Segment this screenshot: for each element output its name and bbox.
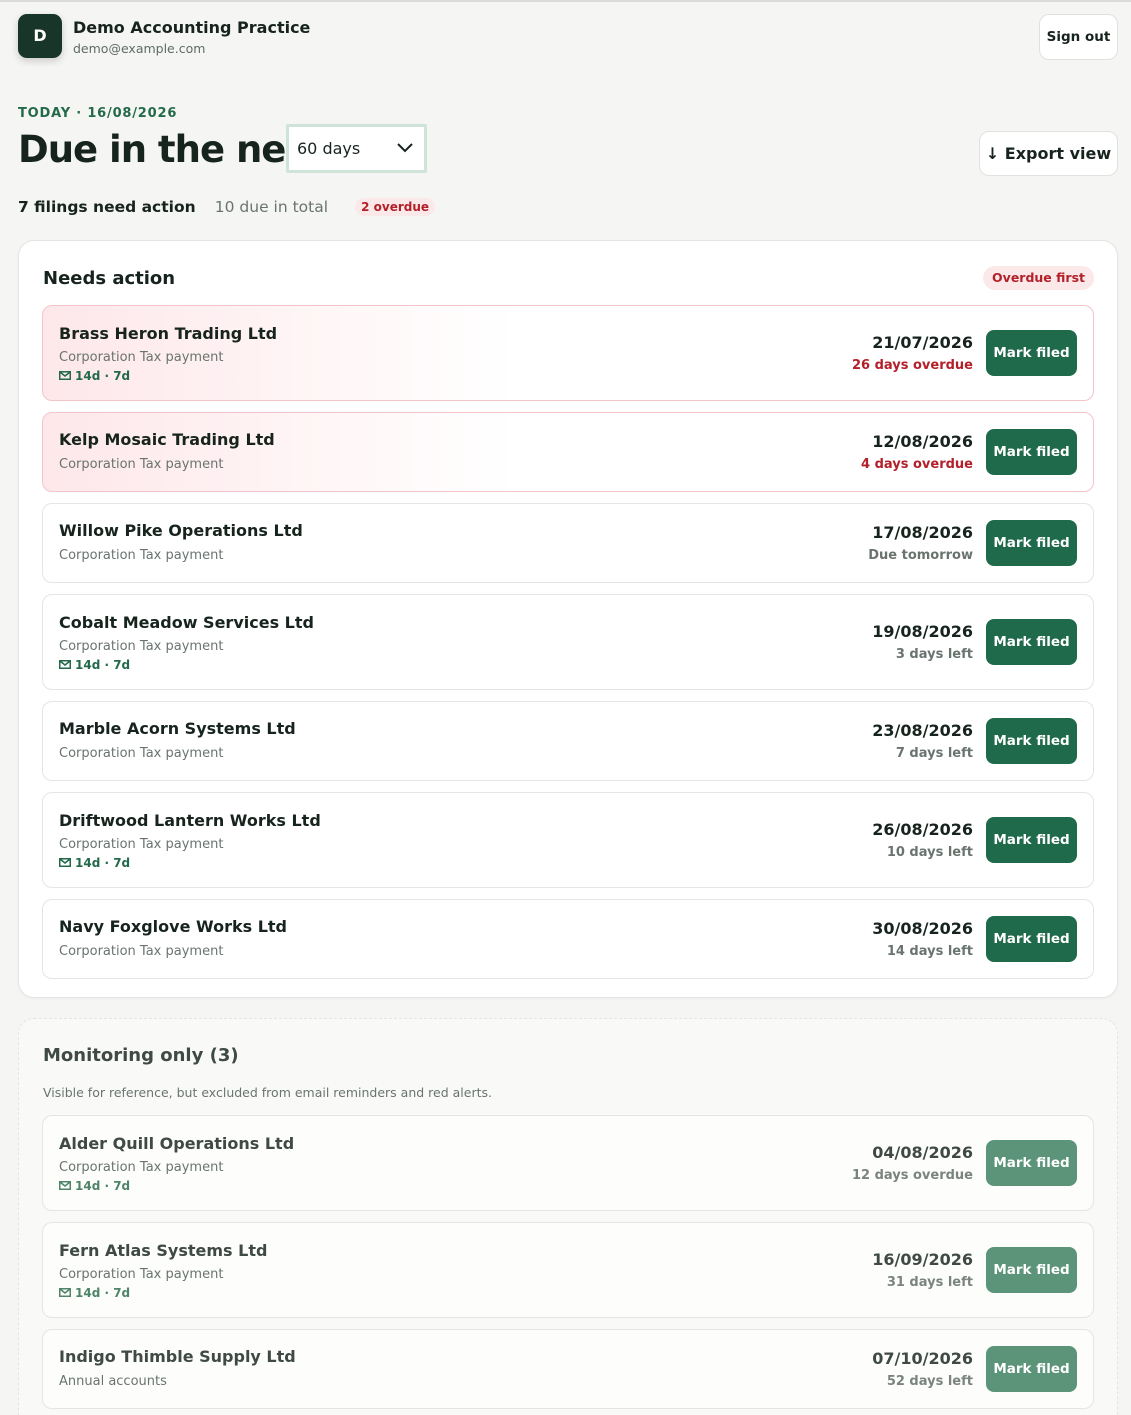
reminder-text: 14d · 7d [75, 1179, 131, 1193]
filing-type: Corporation Tax payment [59, 944, 224, 959]
filing-type: Annual accounts [59, 1374, 167, 1389]
filing-row: Kelp Mosaic Trading Ltd Corporation Tax p… [42, 412, 1094, 492]
reminder-text: 14d · 7d [75, 1286, 131, 1300]
mark-filed-button[interactable]: Mark filed [986, 916, 1077, 962]
period-select-value: 60 days [297, 139, 361, 158]
due-status: 31 days left [886, 1275, 973, 1290]
reminder-schedule: 14d · 7d [59, 369, 130, 383]
needs-action-panel: Needs action Overdue first Brass Heron T… [18, 240, 1118, 998]
filing-type: Corporation Tax payment [59, 457, 224, 472]
today-date-label: TODAY · 16/08/2026 [18, 106, 178, 121]
client-name: Navy Foxglove Works Ltd [59, 917, 287, 936]
filing-type: Corporation Tax payment [59, 548, 224, 563]
client-name: Driftwood Lantern Works Ltd [59, 811, 321, 830]
mark-filed-button[interactable]: Mark filed [986, 429, 1077, 475]
client-name: Indigo Thimble Supply Ltd [59, 1347, 296, 1366]
client-name: Fern Atlas Systems Ltd [59, 1241, 268, 1260]
reminder-schedule: 14d · 7d [59, 856, 130, 870]
monitoring-title: Monitoring only (3) [43, 1045, 239, 1066]
due-date: 16/09/2026 [872, 1250, 973, 1269]
due-date: 26/08/2026 [872, 820, 973, 839]
due-status: Due tomorrow [868, 548, 973, 563]
sign-out-button[interactable]: Sign out [1039, 14, 1118, 60]
needs-action-title: Needs action [43, 268, 176, 289]
mark-filed-button[interactable]: Mark filed [986, 520, 1077, 566]
need-action-count: 7 filings need action [18, 198, 196, 216]
reminder-schedule: 14d · 7d [59, 658, 130, 672]
filing-type: Corporation Tax payment [59, 350, 224, 365]
mark-filed-button[interactable]: Mark filed [986, 817, 1077, 863]
page-title: Due in the next [18, 128, 326, 171]
due-date: 04/08/2026 [872, 1143, 973, 1162]
mail-icon [59, 1181, 71, 1190]
client-name: Marble Acorn Systems Ltd [59, 719, 296, 738]
due-date: 23/08/2026 [872, 721, 973, 740]
filing-row: Brass Heron Trading Ltd Corporation Tax p… [42, 305, 1094, 401]
filing-row: Cobalt Meadow Services Ltd Corporation Ta… [42, 594, 1094, 690]
due-status: 3 days left [895, 647, 973, 662]
client-name: Cobalt Meadow Services Ltd [59, 613, 314, 632]
due-date: 21/07/2026 [872, 333, 973, 352]
filing-type: Corporation Tax payment [59, 1267, 224, 1282]
monitoring-description: Visible for reference, but excluded from… [43, 1085, 492, 1100]
reminder-text: 14d · 7d [75, 369, 131, 383]
period-select[interactable]: 60 days [286, 124, 427, 173]
sort-badge: Overdue first [983, 266, 1094, 290]
filing-type: Corporation Tax payment [59, 746, 224, 761]
due-status: 26 days overdue [851, 358, 973, 373]
due-date: 19/08/2026 [872, 622, 973, 641]
due-status: 4 days overdue [861, 457, 973, 472]
due-date: 17/08/2026 [872, 523, 973, 542]
filing-row: Driftwood Lantern Works Ltd Corporation T… [42, 792, 1094, 888]
reminder-text: 14d · 7d [75, 658, 131, 672]
mail-icon [59, 371, 71, 380]
due-status: 12 days overdue [851, 1168, 973, 1183]
mark-filed-button[interactable]: Mark filed [986, 619, 1077, 665]
due-status: 7 days left [895, 746, 973, 761]
practice-avatar: D [18, 14, 62, 58]
client-name: Alder Quill Operations Ltd [59, 1134, 295, 1153]
mark-filed-button[interactable]: Mark filed [986, 330, 1077, 376]
needs-action-list: Brass Heron Trading Ltd Corporation Tax p… [42, 305, 1094, 990]
due-date: 07/10/2026 [872, 1349, 973, 1368]
monitoring-list: Alder Quill Operations Ltd Corporation Ta… [42, 1115, 1094, 1415]
mark-filed-button[interactable]: Mark filed [986, 1247, 1077, 1293]
mark-filed-button[interactable]: Mark filed [986, 1346, 1077, 1392]
filing-row: Marble Acorn Systems Ltd Corporation Tax … [42, 701, 1094, 781]
due-status: 52 days left [886, 1374, 973, 1389]
client-name: Kelp Mosaic Trading Ltd [59, 430, 275, 449]
filing-row: Alder Quill Operations Ltd Corporation Ta… [42, 1115, 1094, 1211]
due-date: 12/08/2026 [872, 432, 973, 451]
chevron-down-icon [397, 143, 413, 153]
client-name: Brass Heron Trading Ltd [59, 324, 278, 343]
reminder-schedule: 14d · 7d [59, 1179, 130, 1193]
mail-icon [59, 858, 71, 867]
due-date: 30/08/2026 [872, 919, 973, 938]
summary-bar: 7 filings need action 10 due in total 2 … [18, 197, 436, 219]
due-status: 10 days left [886, 845, 973, 860]
filing-row: Fern Atlas Systems Ltd Corporation Tax pa… [42, 1222, 1094, 1318]
export-view-button[interactable]: ↓ Export view [979, 131, 1118, 176]
total-due-count: 10 due in total [214, 198, 329, 216]
overdue-badge: 2 overdue [355, 198, 436, 216]
filing-row: Willow Pike Operations Ltd Corporation Ta… [42, 503, 1094, 583]
reminder-schedule: 14d · 7d [59, 1286, 130, 1300]
due-status: 14 days left [886, 944, 973, 959]
client-name: Willow Pike Operations Ltd [59, 521, 303, 540]
monitoring-panel: Monitoring only (3) Visible for referenc… [18, 1018, 1118, 1415]
mark-filed-button[interactable]: Mark filed [986, 1140, 1077, 1186]
filing-row: Navy Foxglove Works Ltd Corporation Tax p… [42, 899, 1094, 979]
filing-row: Indigo Thimble Supply Ltd Annual accounts… [42, 1329, 1094, 1409]
filing-type: Corporation Tax payment [59, 1160, 224, 1175]
practice-name: Demo Accounting Practice [73, 18, 311, 37]
mail-icon [59, 1288, 71, 1297]
app-header: D Demo Accounting Practice demo@example.… [18, 14, 1118, 64]
user-email: demo@example.com [73, 41, 206, 56]
filing-type: Corporation Tax payment [59, 837, 224, 852]
mail-icon [59, 660, 71, 669]
mark-filed-button[interactable]: Mark filed [986, 718, 1077, 764]
filing-type: Corporation Tax payment [59, 639, 224, 654]
reminder-text: 14d · 7d [75, 856, 131, 870]
